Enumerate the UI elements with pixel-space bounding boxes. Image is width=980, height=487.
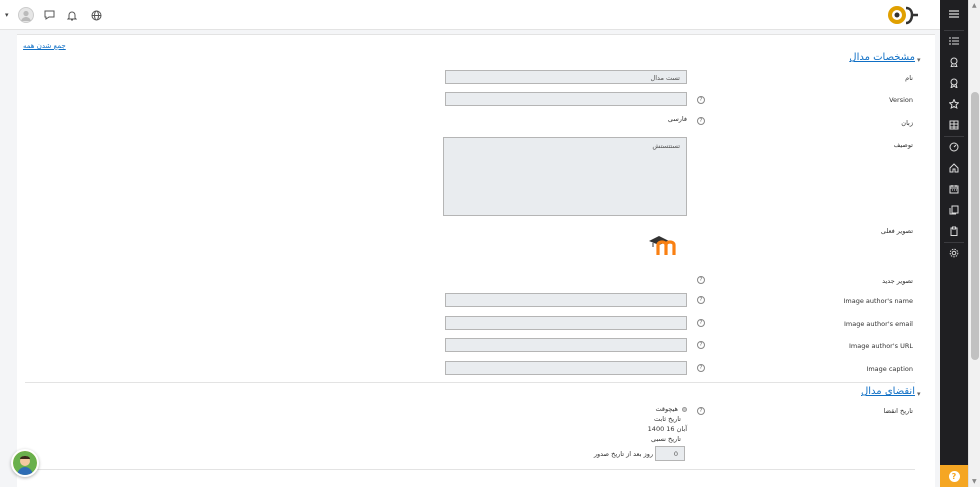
help-icon[interactable]: ? bbox=[697, 319, 705, 327]
section-divider bbox=[25, 469, 915, 470]
scroll-down-icon[interactable]: ▼ bbox=[972, 478, 977, 485]
scrollbar-thumb[interactable] bbox=[971, 92, 979, 360]
calendar-icon[interactable] bbox=[940, 181, 968, 197]
name-input[interactable]: تست مدال bbox=[445, 70, 687, 84]
support-chat-button[interactable] bbox=[11, 449, 39, 477]
page-scrollbar[interactable]: ▲ ▼ bbox=[968, 0, 980, 487]
dashboard-icon[interactable] bbox=[940, 139, 968, 155]
expiry-days-suffix: روز بعد از تاریخ صدور bbox=[593, 450, 653, 458]
help-button[interactable]: ? bbox=[940, 465, 968, 487]
user-menu-caret-icon[interactable]: ▾ bbox=[5, 11, 9, 19]
rail-divider bbox=[944, 242, 964, 243]
help-icon[interactable]: ? bbox=[697, 296, 705, 304]
home-icon[interactable] bbox=[940, 160, 968, 176]
radio-icon bbox=[682, 406, 687, 412]
files-icon[interactable] bbox=[940, 202, 968, 218]
moodle-badge-image bbox=[647, 233, 681, 257]
clipboard-icon[interactable] bbox=[940, 223, 968, 239]
language-icon[interactable] bbox=[89, 8, 103, 22]
image-caption-input[interactable] bbox=[445, 361, 687, 375]
help-icon[interactable]: ? bbox=[697, 117, 705, 125]
image-author-email-label: Image author's email bbox=[843, 320, 913, 328]
image-author-url-label: Image author's URL bbox=[849, 342, 913, 350]
image-author-name-input[interactable] bbox=[445, 293, 687, 307]
section-divider bbox=[25, 382, 915, 383]
new-image-label: تصویر جدید bbox=[882, 277, 913, 285]
right-nav-drawer: ? bbox=[940, 0, 968, 487]
expiry-days-input[interactable]: 0 bbox=[655, 446, 685, 461]
description-label: توصیف bbox=[893, 141, 913, 149]
help-icon[interactable]: ? bbox=[697, 341, 705, 349]
description-textarea[interactable]: تستتستش bbox=[443, 137, 687, 216]
image-caption-label: Image caption bbox=[866, 365, 913, 373]
help-icon[interactable]: ? bbox=[697, 364, 705, 372]
notifications-icon[interactable] bbox=[65, 8, 79, 22]
image-author-email-input[interactable] bbox=[445, 316, 687, 330]
language-value: فارسی bbox=[667, 115, 687, 123]
name-label: نام bbox=[905, 74, 913, 82]
expiry-fixed-date[interactable]: 1400 آبان 16 bbox=[617, 425, 687, 433]
current-image-label: تصویر فعلی bbox=[880, 227, 913, 235]
messages-icon[interactable] bbox=[42, 8, 56, 22]
expiry-relative-radio[interactable]: تاریخ نسبی bbox=[617, 435, 681, 443]
rail-divider bbox=[944, 30, 964, 31]
expiry-label: تاریخ انقضا bbox=[883, 407, 913, 415]
site-logo[interactable] bbox=[887, 3, 919, 27]
badge-icon[interactable] bbox=[940, 54, 968, 70]
scroll-up-icon[interactable]: ▲ bbox=[972, 2, 977, 9]
rail-divider bbox=[944, 136, 964, 137]
help-icon[interactable]: ? bbox=[697, 96, 705, 104]
star-icon[interactable] bbox=[940, 96, 968, 112]
collapse-all-link[interactable]: جمع شدن همه bbox=[23, 42, 66, 50]
help-icon[interactable]: ? bbox=[697, 407, 705, 415]
image-author-name-label: Image author's name bbox=[843, 297, 913, 305]
section-toggle-icon[interactable]: ▾ bbox=[917, 56, 921, 64]
list-icon[interactable] bbox=[940, 33, 968, 49]
version-input[interactable] bbox=[445, 92, 687, 106]
version-label: Version bbox=[889, 96, 913, 104]
avatar[interactable] bbox=[18, 7, 34, 23]
expiry-fixed-radio[interactable]: تاریخ ثابت bbox=[617, 415, 681, 423]
settings-gear-icon[interactable] bbox=[940, 245, 968, 261]
help-icon[interactable]: ? bbox=[697, 276, 705, 284]
expiry-never-label: هیچوقت bbox=[655, 405, 678, 413]
section-general-title[interactable]: مشخصات مدال bbox=[777, 52, 915, 63]
section-toggle-icon[interactable]: ▾ bbox=[917, 390, 921, 398]
section-expiry-title[interactable]: انقضای مدال bbox=[777, 386, 915, 397]
language-label: زبان bbox=[901, 119, 913, 127]
award-icon[interactable] bbox=[940, 75, 968, 91]
main-form-card: جمع شدن همه ▾ مشخصات مدال نام تست مدال V… bbox=[17, 34, 935, 487]
expiry-never-radio[interactable]: هیچوقت bbox=[617, 405, 687, 413]
question-icon: ? bbox=[948, 470, 960, 482]
gradebook-icon[interactable] bbox=[940, 117, 968, 133]
image-author-url-input[interactable] bbox=[445, 338, 687, 352]
top-navbar: ▾ bbox=[0, 0, 940, 30]
menu-icon[interactable] bbox=[940, 6, 968, 22]
